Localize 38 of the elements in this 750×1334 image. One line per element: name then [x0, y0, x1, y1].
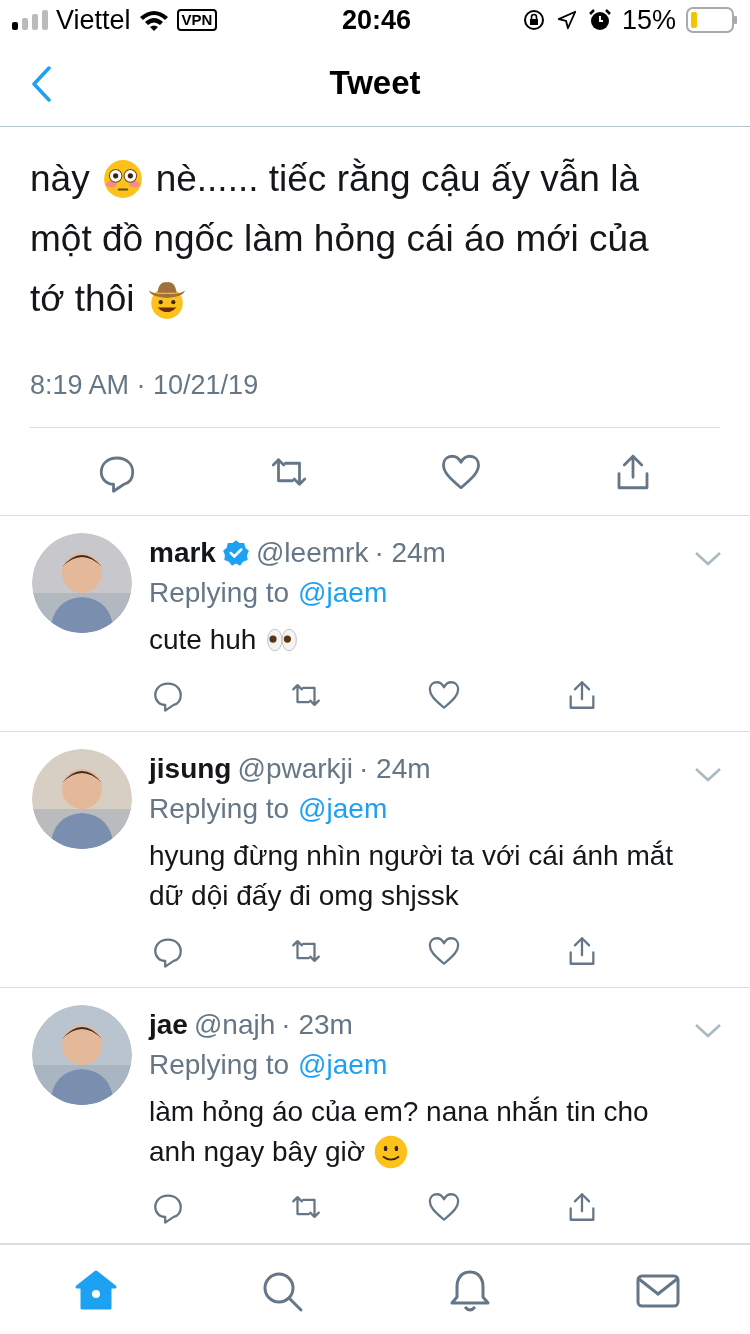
- replying-label: Replying to: [149, 1047, 290, 1082]
- user-name: mark: [149, 535, 216, 570]
- signal-icon: [12, 10, 48, 31]
- user-handle: @najh: [193, 1007, 276, 1042]
- mention-link[interactable]: @jaem: [298, 1044, 388, 1085]
- replying-label: Replying to: [149, 791, 290, 826]
- tweet-text: này: [30, 156, 90, 201]
- battery-icon: [686, 7, 738, 34]
- tweet-text: hyung đừng nhìn người ta với cái ánh mắt: [149, 838, 674, 873]
- header-title: Tweet: [329, 63, 421, 104]
- tweet-text: một đồ ngốc làm hỏng cái áo mới của: [30, 216, 649, 261]
- tweet-timestamp: 8:19 AM · 10/21/19: [30, 369, 259, 400]
- mention-link[interactable]: @jaem: [298, 572, 388, 613]
- tweet-text: tớ thôi: [30, 276, 135, 321]
- carrier-name: Viettel: [56, 4, 131, 37]
- rotation-lock-icon: [521, 8, 546, 33]
- wifi-icon: [138, 9, 169, 32]
- reply-time: · 24m: [374, 535, 446, 570]
- tweet-text: cute huh: [149, 622, 257, 657]
- user-name: jae: [149, 1007, 188, 1042]
- location-icon: [555, 9, 578, 32]
- mention-link[interactable]: @jaem: [298, 788, 388, 829]
- flushed-face-icon: [101, 157, 144, 200]
- tweet-text: nè...... tiếc rằng cậu ấy vẫn là: [155, 156, 639, 201]
- vpn-badge: VPN: [176, 9, 218, 32]
- smiling-face-icon: [373, 1133, 410, 1170]
- user-handle: @leemrk: [255, 535, 369, 570]
- replying-label: Replying to: [149, 575, 290, 610]
- tweet-text: anh ngay bây giờ: [149, 1134, 366, 1169]
- reply-time: · 23m: [281, 1007, 353, 1042]
- status-time: 20:46: [342, 4, 412, 37]
- battery-percent: 15%: [621, 4, 676, 37]
- tweet-text: dữ dội đấy đi omg shjssk: [149, 878, 459, 913]
- tweet-text: làm hỏng áo của em? nana nhắn tin cho: [149, 1094, 649, 1129]
- user-handle: @pwarkji: [237, 751, 353, 786]
- reply-time: · 24m: [359, 751, 431, 786]
- user-name: jisung: [149, 751, 232, 786]
- alarm-icon: [587, 8, 612, 33]
